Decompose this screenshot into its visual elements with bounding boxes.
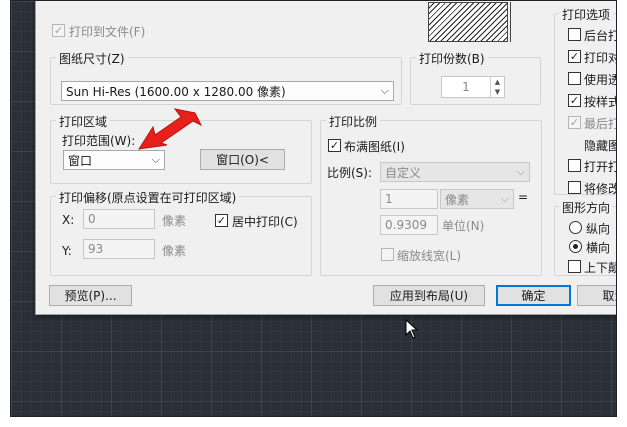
option-label-6: 隐藏图 [584,139,617,153]
upside-down-checkbox[interactable] [568,260,581,273]
fit-to-paper-checkbox[interactable]: ✓ [328,139,341,152]
plot-options-title: 打印选项 [559,6,614,23]
what-to-plot-label: 打印范围(W): [62,134,136,148]
plot-dialog: ✓ 打印到文件(F) 图纸尺寸(Z) Sun Hi-Res (1600.00 x… [35,1,617,315]
scale-lineweights-checkbox[interactable] [381,248,394,261]
cad-canvas[interactable]: ✓ 打印到文件(F) 图纸尺寸(Z) Sun Hi-Res (1600.00 x… [10,0,617,417]
option-checkbox-7[interactable] [568,159,581,172]
option-checkbox-2[interactable]: ✓ [568,50,581,63]
option-label-1: 后台打 [584,29,617,43]
option-checkbox-3[interactable] [568,72,581,85]
scale-value: 自定义 [385,165,422,180]
plot-area-title: 打印区域 [56,113,111,130]
scale-unit-select[interactable]: 像素 ⌵ [440,189,514,209]
what-to-plot-select[interactable]: 窗口 ⌵ [63,150,165,170]
print-to-file-label: 打印到文件(F) [69,25,146,39]
scale-select[interactable]: 自定义 ⌵ [380,162,530,182]
what-to-plot-value: 窗口 [68,153,93,168]
offset-y-unit: 像素 [162,244,187,258]
offset-x-label: X: [62,213,75,227]
preview-button[interactable]: 预览(P)... [49,285,132,306]
apply-to-layout-button[interactable]: 应用到布局(U) [373,285,485,306]
mouse-cursor-icon [405,319,419,339]
scale-unit-value: 像素 [445,192,470,207]
upside-down-label: 上下颠 [584,261,617,275]
scale-lineweights-label: 缩放线宽(L) [397,249,462,263]
offset-x-input[interactable]: 0 [83,209,155,229]
orientation-title: 图形方向 [559,199,614,216]
offset-x-unit: 像素 [162,214,187,228]
portrait-label: 纵向 [586,222,611,236]
paper-size-select[interactable]: Sun Hi-Res (1600.00 x 1280.00 像素) ⌵ [61,81,394,101]
plot-offset-title: 打印偏移(原点设置在可打印区域) [56,189,240,206]
portrait-radio[interactable] [569,221,582,234]
scale-numerator-input[interactable]: 1 [380,189,438,209]
center-plot-label: 居中打印(C) [232,215,298,229]
copies-spinner[interactable]: 1 ▲ ▼ [441,76,505,98]
plot-offset-group [50,196,312,276]
scale-denominator-input[interactable]: 0.9309 [380,215,438,235]
annotation-arrow-icon [137,108,203,150]
chevron-down-icon: ⌵ [516,165,525,178]
scale-denominator-unit: 单位(N) [442,219,485,233]
option-label-3: 使用透 [584,73,617,87]
copies-title: 打印份数(B) [416,50,488,67]
window-select-button[interactable]: 窗口(O)< [200,149,285,170]
offset-y-input[interactable]: 93 [83,239,155,259]
paper-size-value: Sun Hi-Res (1600.00 x 1280.00 像素) [66,84,286,99]
chevron-down-icon: ⌵ [380,84,389,97]
copies-value: 1 [462,80,470,94]
chevron-down-icon: ⌵ [500,192,509,205]
option-checkbox-1[interactable] [568,28,581,41]
option-label-4: 按样式 [584,95,617,109]
option-checkbox-4[interactable]: ✓ [568,94,581,107]
preview-dimension-marker [510,2,522,42]
option-label-5: 最后打 [584,117,617,131]
option-checkbox-8[interactable] [568,181,581,194]
scale-equals: = [518,190,529,204]
paper-size-title: 图纸尺寸(Z) [56,50,128,67]
fit-to-paper-label: 布满图纸(I) [344,140,405,154]
ok-button[interactable]: 确定 [496,285,571,306]
chevron-down-icon: ⌵ [151,153,160,166]
landscape-radio[interactable] [569,240,582,253]
cancel-button[interactable]: 取消 [577,285,616,306]
print-to-file-checkbox[interactable]: ✓ [52,24,65,37]
plot-scale-title: 打印比例 [326,113,381,130]
option-label-8: 将修改 [584,182,617,196]
option-label-7: 打开打 [584,160,617,174]
option-checkbox-5[interactable]: ✓ [568,116,581,129]
center-plot-checkbox[interactable]: ✓ [215,214,228,227]
spinner-arrows-icon[interactable]: ▲ ▼ [490,77,504,97]
offset-y-label: Y: [62,244,72,258]
landscape-label: 横向 [586,241,611,255]
option-label-2: 打印对 [584,51,617,65]
scale-label: 比例(S): [327,166,373,180]
paper-preview [428,2,508,42]
